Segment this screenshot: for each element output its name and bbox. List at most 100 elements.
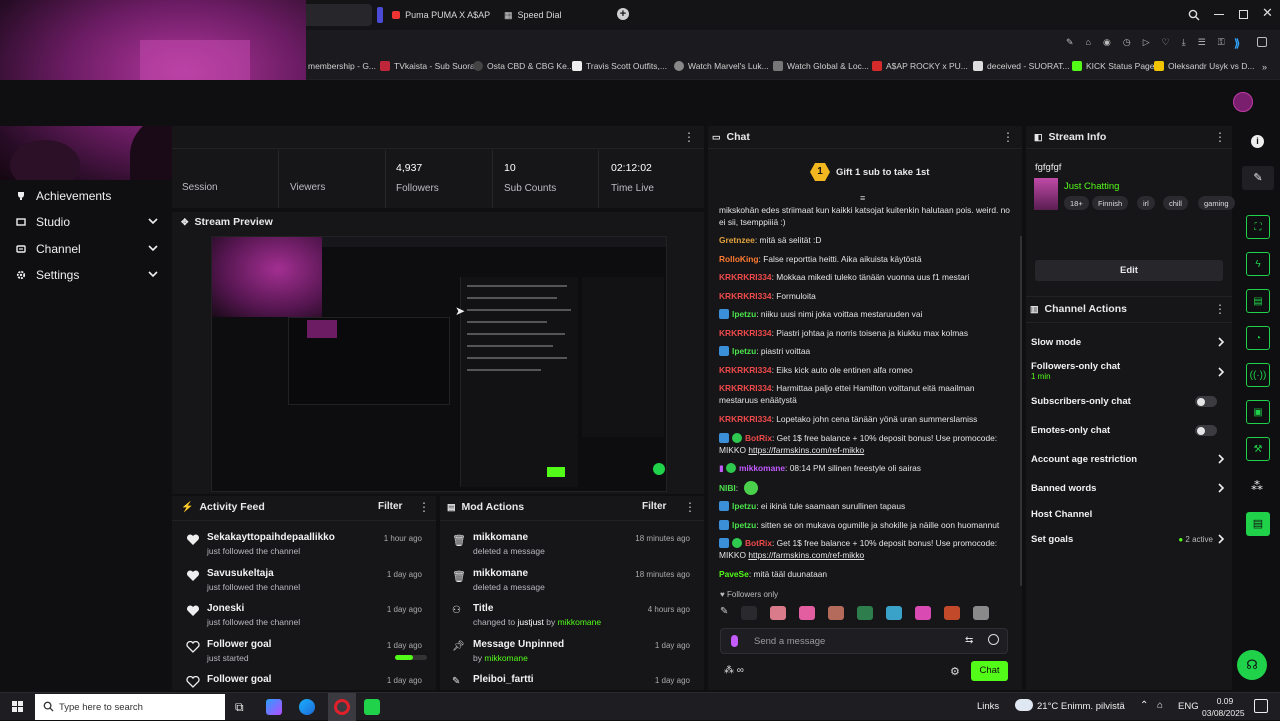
pinned-collapse-icon[interactable]: ≡ <box>860 193 865 203</box>
url-field[interactable] <box>308 33 1054 53</box>
mod-filter-button[interactable]: Filter <box>642 501 666 512</box>
chat-username[interactable]: RolloKing <box>719 254 759 264</box>
stream-tag[interactable]: gaming <box>1198 196 1235 210</box>
chat-username[interactable]: lpetzu <box>732 346 756 356</box>
stream-tag[interactable]: chill <box>1163 196 1188 210</box>
stream-tag[interactable]: Finnish <box>1092 196 1129 210</box>
people-icon[interactable]: ⁂ <box>1251 479 1263 493</box>
opera-taskbar-item[interactable] <box>328 693 356 721</box>
stream-category[interactable]: Just Chatting <box>1064 181 1119 192</box>
history-icon[interactable]: ◷ <box>1123 37 1131 48</box>
gift-badge[interactable]: 1 <box>810 163 830 181</box>
activity-filter-button[interactable]: Filter <box>378 501 402 512</box>
chat-menu-icon[interactable]: ⋮ <box>1002 130 1014 144</box>
action-subscribers-only[interactable]: Subscribers-only chat <box>1031 396 1227 407</box>
action-set-goals[interactable]: Set goals ● 2 active <box>1031 534 1227 545</box>
tray-expand-icon[interactable]: ⌃ <box>1140 700 1148 711</box>
action-emotes-only[interactable]: Emotes-only chat <box>1031 425 1227 436</box>
mic-icon[interactable] <box>731 635 738 647</box>
emote-icon[interactable] <box>770 606 787 620</box>
broadcast-icon[interactable]: ((·)) <box>1246 363 1270 387</box>
mod-action-item[interactable]: 📌︎ Message Unpinned by mikkomane 1 day a… <box>440 639 700 675</box>
mod-sub-user[interactable]: mikkomane <box>558 617 601 627</box>
weather-text[interactable]: 21°C Enimm. pilvistä <box>1037 701 1125 712</box>
bookmark-item[interactable]: Oleksandr Usyk vs D... <box>1154 61 1254 71</box>
activity-menu-icon[interactable]: ⋮ <box>418 500 430 514</box>
emote-icon[interactable] <box>915 606 932 620</box>
activity-item[interactable]: Follower goal just started 1 day ago <box>172 639 432 675</box>
edge-icon[interactable] <box>299 699 315 715</box>
activity-item[interactable]: Savusukeltaja just followed the channel … <box>172 568 432 604</box>
stream-tag[interactable]: 18+ <box>1064 196 1089 210</box>
gift-sub-button[interactable]: Gift 1 sub to take 1st <box>836 167 929 178</box>
info-icon[interactable]: i <box>1251 135 1264 148</box>
camera-icon[interactable]: ◉ <box>1103 37 1111 48</box>
chat-username[interactable]: BotRix <box>745 433 772 443</box>
action-banned-words[interactable]: Banned words <box>1031 483 1227 494</box>
sidebar-item-achievements[interactable]: Achievements <box>0 183 172 209</box>
screen-icon[interactable]: ⛶ <box>1246 215 1270 239</box>
stats-menu-icon[interactable]: ⋮ <box>683 130 695 144</box>
new-tab-button[interactable]: + <box>617 8 629 20</box>
emotes-only-toggle[interactable] <box>1195 425 1217 436</box>
browser-tab-puma[interactable]: Puma PUMA X A$AP ROC <box>386 4 498 26</box>
task-view-icon[interactable]: ⧉ <box>235 700 244 715</box>
chat-username[interactable]: BotRix <box>745 538 772 548</box>
play-icon[interactable]: ▷ <box>1143 37 1150 48</box>
emote-icon[interactable] <box>886 606 903 620</box>
channel-actions-menu-icon[interactable]: ⋮ <box>1214 302 1226 316</box>
bookmarks-overflow-icon[interactable]: » <box>1262 62 1267 72</box>
notifications-icon[interactable] <box>1254 699 1268 713</box>
sidebar-item-channel[interactable]: Channel <box>0 236 172 262</box>
wrench-icon[interactable]: ⚒ <box>1246 437 1270 461</box>
app-icon[interactable] <box>364 699 380 715</box>
chat-username[interactable]: KRKRKRI334 <box>719 365 772 375</box>
edit-stream-info-button[interactable]: Edit <box>1035 260 1223 281</box>
feather-icon[interactable]: ✎ <box>720 606 728 620</box>
browser-tab-speed-dial[interactable]: ▦ Speed Dial <box>498 4 608 26</box>
links-toolbar[interactable]: Links <box>977 701 999 712</box>
support-icon[interactable]: ☊ <box>1237 650 1267 680</box>
action-host-channel[interactable]: Host Channel <box>1031 509 1227 520</box>
emote-icon[interactable] <box>973 606 990 620</box>
lock-icon[interactable]: ⚿ <box>1218 37 1225 48</box>
stream-tag[interactable]: irl <box>1137 196 1155 210</box>
chat-scrollbar[interactable] <box>1020 236 1022 586</box>
mod-action-item[interactable]: 🗑︎ mikkomane deleted a message 18 minute… <box>440 532 700 568</box>
mod-sub-user[interactable]: mikkomane <box>484 653 527 663</box>
emote-icon[interactable] <box>741 606 758 620</box>
edit-icon[interactable]: ✎ <box>1066 37 1074 48</box>
bookmark-item[interactable]: Watch Global & Loc... <box>773 61 869 71</box>
edit-icon[interactable]: ✎ <box>1242 166 1274 190</box>
chat-settings-icon[interactable]: ⚙ <box>950 665 960 678</box>
windows-start-icon[interactable] <box>12 701 23 712</box>
translate-icon[interactable]: ⇆ <box>965 635 973 646</box>
copilot-icon[interactable] <box>266 699 282 715</box>
chat-username[interactable]: KRKRKRI334 <box>719 383 772 393</box>
bookmark-item[interactable]: deceived - SUORAT... <box>973 61 1070 71</box>
emote-icon[interactable] <box>828 606 845 620</box>
activity-item[interactable]: Joneski just followed the channel 1 day … <box>172 603 432 639</box>
avatar[interactable] <box>1233 92 1253 112</box>
mod-menu-icon[interactable]: ⋮ <box>684 500 696 514</box>
chat-link[interactable]: https://farmskins.com/ref-mikko <box>748 550 864 560</box>
mod-action-item[interactable]: ⚇ Title changed to justjust by mikkomane… <box>440 603 700 639</box>
clock-date[interactable]: 03/08/2025 <box>1202 708 1245 718</box>
bookmark-item[interactable]: KICK Status Page <box>1072 61 1155 71</box>
chat-input[interactable]: Send a message ⇆ <box>720 628 1008 654</box>
chat-username[interactable]: NIBI <box>719 483 736 493</box>
stream-preview-video[interactable] <box>211 236 667 492</box>
document-icon[interactable]: ▤ <box>1246 289 1270 313</box>
maximize-icon[interactable] <box>1239 10 1248 19</box>
extension-icon[interactable]: ⟫ <box>1234 37 1240 50</box>
bookmark-item[interactable]: A$AP ROCKY x PU... <box>872 61 968 71</box>
menu-icon[interactable]: ☰ <box>1198 37 1206 48</box>
network-icon[interactable]: ⌂ <box>1157 700 1163 711</box>
action-followers-only[interactable]: Followers-only chat 1 min <box>1031 361 1227 381</box>
chat-username[interactable]: KRKRKRI334 <box>719 291 772 301</box>
bookmark-item[interactable]: TVkaista - Sub Suora <box>380 61 475 71</box>
sidebar-item-studio[interactable]: Studio <box>0 209 172 235</box>
mod-action-item[interactable]: 🗑︎ mikkomane deleted a message 18 minute… <box>440 568 700 604</box>
chat-username[interactable]: Gretnzee <box>719 235 755 245</box>
download-icon[interactable]: ⤓ <box>1182 37 1186 48</box>
